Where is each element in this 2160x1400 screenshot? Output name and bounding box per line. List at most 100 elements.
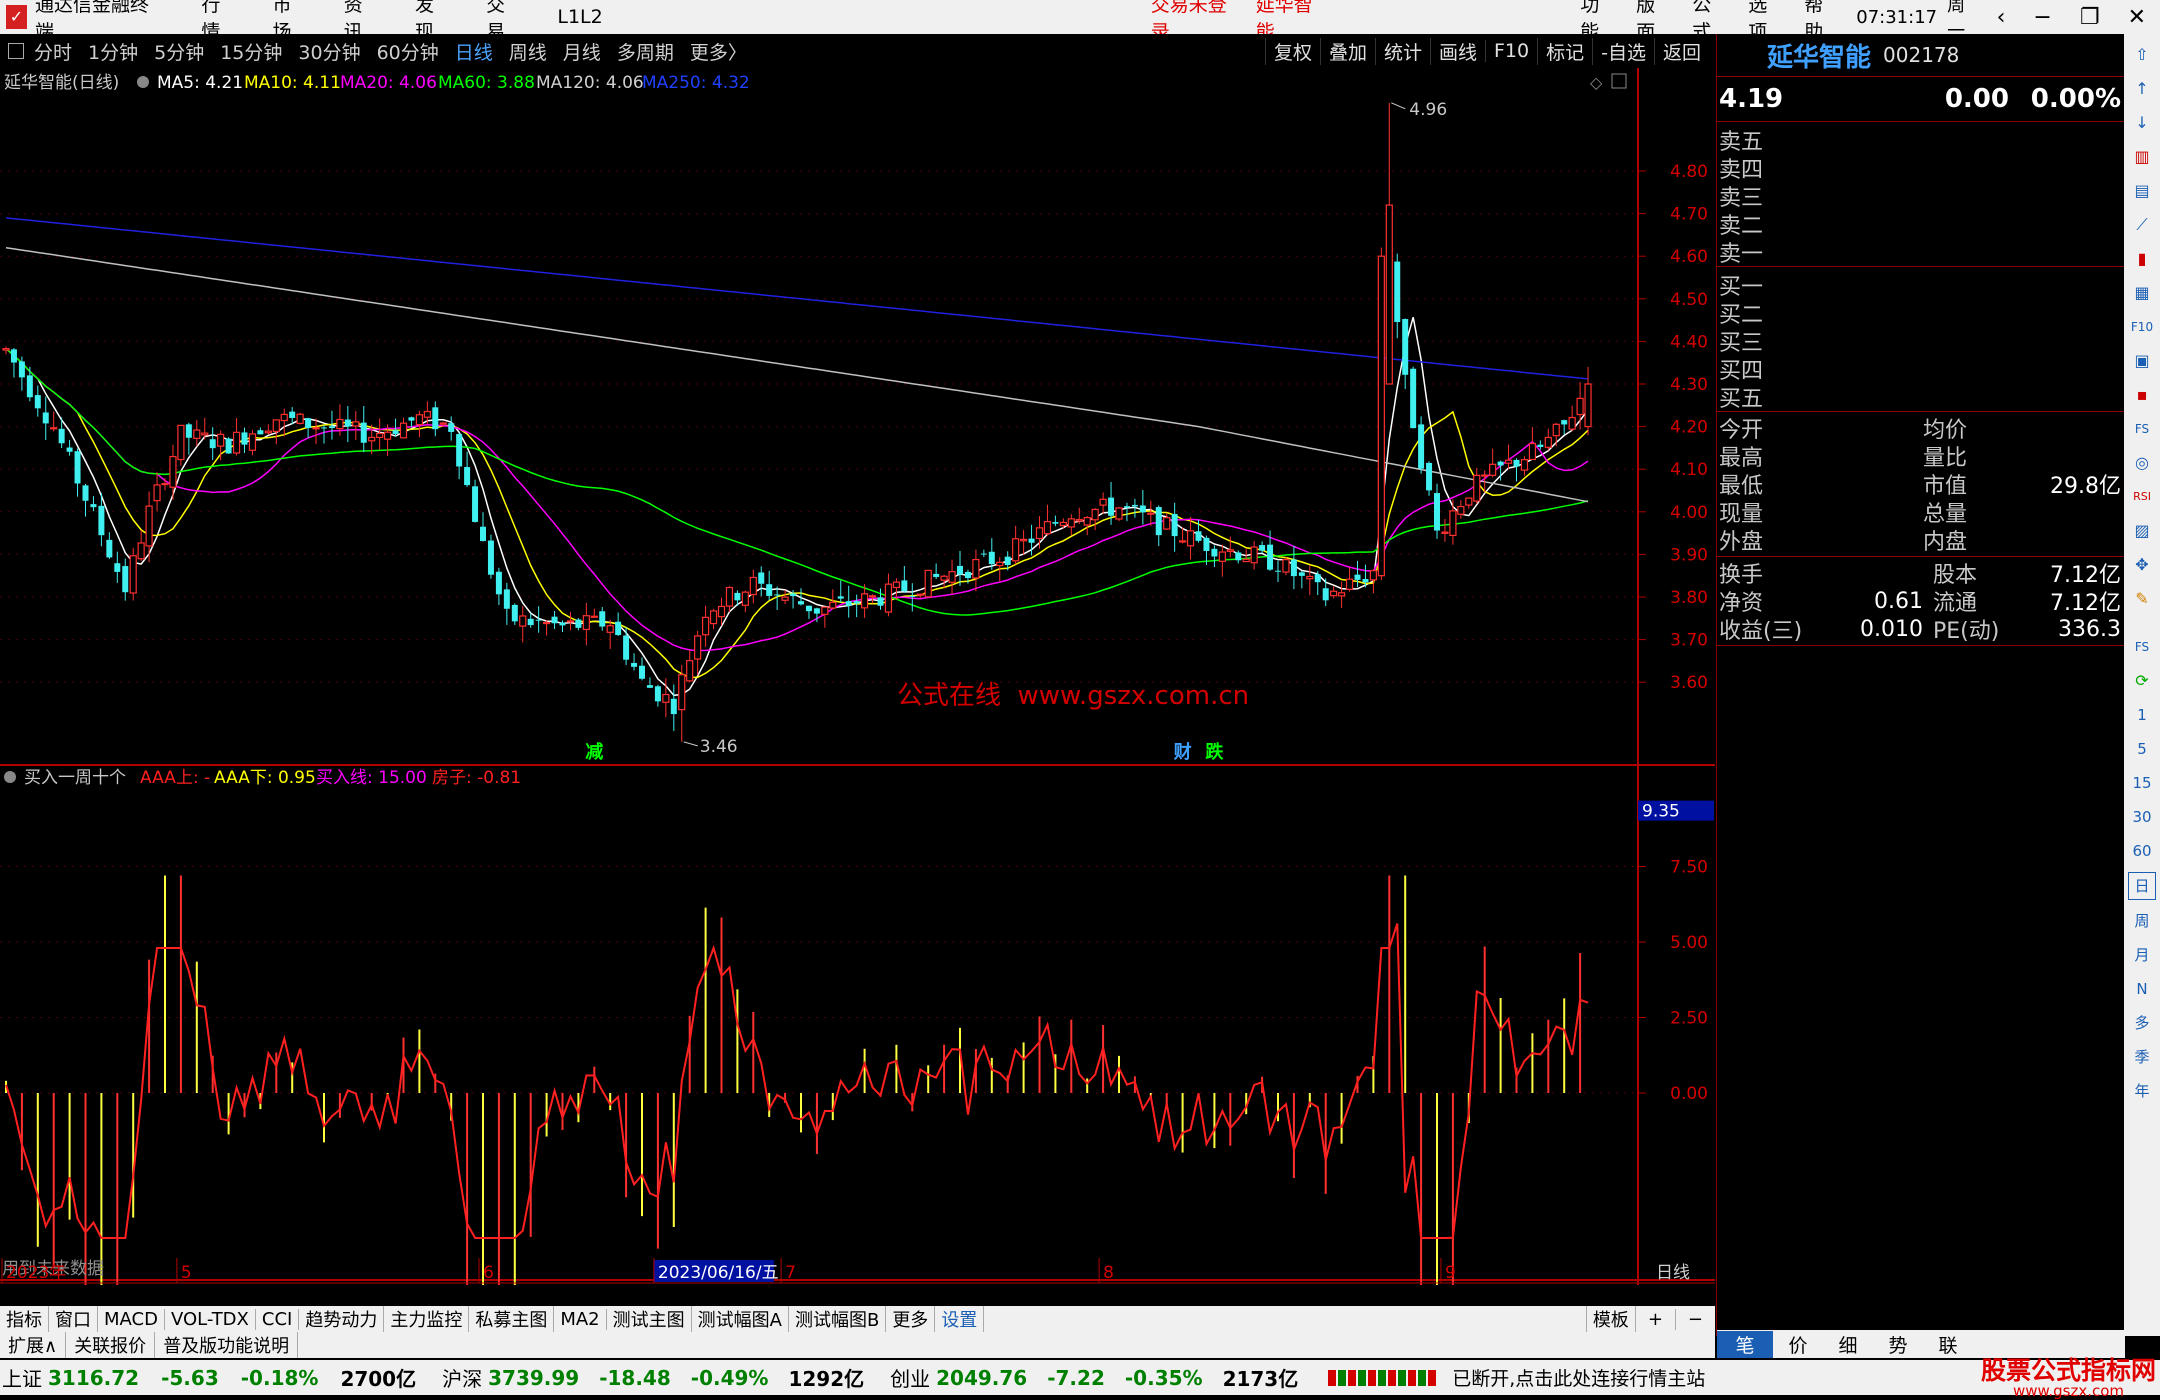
grid-icon[interactable]: ▦ [2129, 280, 2155, 306]
period-label-day[interactable]: 日 [2128, 872, 2156, 900]
info-icon[interactable]: ▪ [2129, 382, 2155, 408]
tab-kuozhan[interactable]: 扩展∧ [0, 1332, 67, 1358]
period-label-1[interactable]: 1 [2129, 702, 2155, 728]
tab-bi[interactable]: 笔 [1717, 1330, 1773, 1358]
tab-cci[interactable]: CCI [256, 1308, 300, 1330]
bars-icon[interactable]: ▥ [2129, 144, 2155, 170]
period-multi[interactable]: 多周期 [617, 38, 674, 65]
period-15min[interactable]: 15分钟 [220, 38, 282, 65]
tool-tongji[interactable]: 统计 [1374, 37, 1430, 65]
tab-macd[interactable]: MACD [98, 1308, 165, 1330]
back-icon[interactable]: ‹ [1997, 5, 2006, 30]
restore-icon[interactable]: ❐ [2080, 5, 2100, 30]
candle-body [1561, 420, 1568, 425]
period-label-year[interactable]: 年 [2129, 1078, 2155, 1104]
refresh-icon[interactable]: ⟳ [2129, 668, 2155, 694]
period-label-5[interactable]: 5 [2129, 736, 2155, 762]
line-icon[interactable]: ⟋ [2129, 212, 2155, 238]
period-label-n[interactable]: N [2129, 976, 2155, 1002]
period-label-15[interactable]: 15 [2129, 770, 2155, 796]
tab-ceshifutu-b[interactable]: 测试幅图B [789, 1306, 887, 1332]
sub-legend-toggle-icon[interactable] [4, 771, 16, 783]
arrow-down-icon[interactable]: ↓ [2129, 110, 2155, 136]
index-value: 3116.72 [48, 1365, 140, 1390]
tab-vol-tdx[interactable]: VOL-TDX [165, 1308, 256, 1330]
tool-fanhui[interactable]: 返回 [1653, 37, 1709, 65]
close-icon[interactable]: ✕ [2128, 5, 2146, 30]
menu-l1l2[interactable]: L1L2 [557, 6, 602, 28]
period-label-week[interactable]: 周 [2129, 908, 2155, 934]
tab-lian[interactable]: 联 [1923, 1331, 1973, 1358]
tab-zhulijiankong[interactable]: 主力监控 [384, 1306, 470, 1332]
tool-fuquan[interactable]: 复权 [1264, 37, 1320, 65]
connection-message[interactable]: 已断开,点击此处连接行情主站 [1452, 1364, 1705, 1391]
tab-guanlianbaojia[interactable]: 关联报价 [66, 1332, 156, 1358]
stat-row: 今开 均价 [1719, 414, 2125, 443]
tab-ceshifutu-a[interactable]: 测试幅图A [692, 1306, 789, 1332]
rsi-icon[interactable]: RSI [2129, 484, 2155, 510]
move-icon[interactable]: ✥ [2129, 552, 2155, 578]
fs-icon[interactable]: FS [2129, 416, 2155, 442]
tool-diejia[interactable]: 叠加 [1319, 37, 1375, 65]
chart-icon[interactable]: ▨ [2129, 518, 2155, 544]
list-icon[interactable]: ▤ [2129, 178, 2155, 204]
period-menu-icon[interactable] [8, 43, 24, 59]
tab-qushidongli[interactable]: 趋势动力 [299, 1306, 385, 1332]
candle-icon[interactable]: ▮ [2129, 246, 2155, 272]
period-label-multi[interactable]: 多 [2129, 1010, 2155, 1036]
tab-jia[interactable]: 价 [1773, 1331, 1823, 1358]
tool-f10[interactable]: F10 [1485, 40, 1537, 62]
tab-ceshizhutu[interactable]: 测试主图 [607, 1306, 692, 1332]
tool-zixuan[interactable]: -自选 [1592, 37, 1654, 65]
candle-body [177, 424, 185, 461]
candle-body [511, 604, 518, 622]
add-window-button[interactable]: + [1636, 1308, 1676, 1330]
f10-icon[interactable]: F10 [2129, 314, 2155, 340]
fs-icon[interactable]: FS [2129, 634, 2155, 660]
index-sh[interactable]: 上证 3116.72 -5.63 -0.18% 2700亿 [2, 1363, 416, 1392]
period-label-30[interactable]: 30 [2129, 804, 2155, 830]
tab-shi[interactable]: 势 [1873, 1331, 1923, 1358]
index-cy[interactable]: 创业 2049.76 -7.22 -0.35% 2173亿 [890, 1363, 1298, 1392]
candle-body [415, 414, 423, 426]
period-label-60[interactable]: 60 [2129, 838, 2155, 864]
period-monthly[interactable]: 月线 [563, 38, 601, 65]
period-more[interactable]: 更多〉 [690, 38, 747, 65]
template-button[interactable]: 模板 [1585, 1306, 1636, 1332]
index-hs[interactable]: 沪深 3739.99 -18.48 -0.49% 1292亿 [442, 1363, 864, 1392]
period-label-season[interactable]: 季 [2129, 1044, 2155, 1070]
candle-body [599, 611, 606, 627]
tab-gengduo[interactable]: 更多 [886, 1306, 936, 1332]
minimize-icon[interactable]: − [2033, 5, 2051, 30]
tab-xi[interactable]: 细 [1823, 1331, 1873, 1358]
pen-icon[interactable]: ✎ [2129, 586, 2155, 612]
period-label-month[interactable]: 月 [2129, 942, 2155, 968]
arrow-up-icon[interactable]: ⇧ [2129, 42, 2155, 68]
tab-chuangkou[interactable]: 窗口 [49, 1306, 98, 1332]
board-icon[interactable]: ▣ [2129, 348, 2155, 374]
tab-zhibiao[interactable]: 指标 [0, 1306, 49, 1332]
arrow-up-icon[interactable]: ↑ [2129, 76, 2155, 102]
tool-huaxian[interactable]: 画线 [1429, 37, 1485, 65]
period-1min[interactable]: 1分钟 [88, 38, 138, 65]
tab-shezhi[interactable]: 设置 [935, 1306, 985, 1332]
x-axis-label: 7 [785, 1263, 796, 1283]
remove-window-button[interactable]: − [1676, 1309, 1715, 1330]
circle-icon[interactable]: ◎ [2129, 450, 2155, 476]
period-5min[interactable]: 5分钟 [154, 38, 204, 65]
legend-toggle-icon[interactable] [137, 76, 149, 88]
candle-body [241, 432, 248, 445]
period-60min[interactable]: 60分钟 [377, 38, 439, 65]
indicator-chart[interactable]: 15.0012.507.505.002.500.00 买入一周十个 AAA上: … [0, 768, 1715, 1285]
period-fenshi[interactable]: 分时 [34, 38, 72, 65]
diamond-icon[interactable]: ◇ [1590, 73, 1603, 92]
tab-ma2[interactable]: MA2 [554, 1308, 607, 1330]
period-30min[interactable]: 30分钟 [298, 38, 360, 65]
tool-biaoji[interactable]: 标记 [1537, 37, 1592, 65]
period-daily[interactable]: 日线 [455, 38, 493, 65]
kline-chart[interactable]: 4.80 4.70 4.60 4.50 4.40 4.30 4.20 4.10 4.00 3.90… [0, 68, 1715, 768]
period-weekly[interactable]: 周线 [509, 38, 547, 65]
tab-simuzhutu[interactable]: 私募主图 [469, 1306, 555, 1332]
candle-body [566, 620, 575, 623]
tab-gongnengshuoming[interactable]: 普及版功能说明 [155, 1332, 299, 1358]
